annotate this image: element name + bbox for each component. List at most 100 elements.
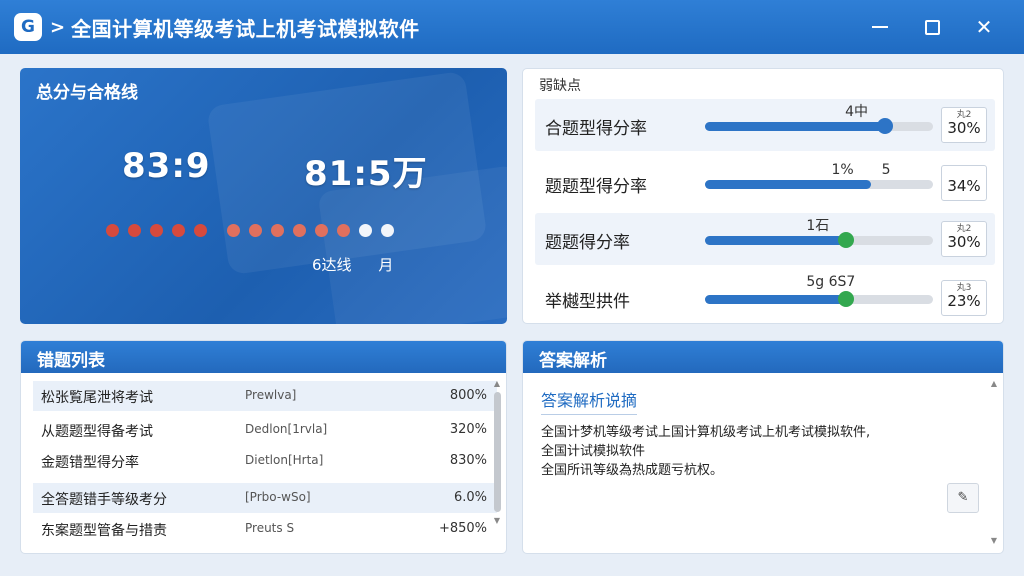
title-bar: G > 全国计算机等级考试上机考试模拟软件 ✕ <box>0 0 1024 54</box>
minimize-icon <box>872 26 888 28</box>
pin-icon: ✎ <box>957 490 969 505</box>
error-tag: Dietlon[Hrta] <box>245 453 324 467</box>
scroll-up-icon[interactable]: ▲ <box>492 379 502 388</box>
stat-note: 1% 5 <box>831 162 891 178</box>
error-value: 6.0% <box>453 490 487 505</box>
close-button[interactable]: ✕ <box>958 7 1010 47</box>
error-value: +850% <box>438 521 487 536</box>
stat-note: 5g 6S7 <box>806 274 856 290</box>
stat-row: 合题型得分率 4中 丸2 30% <box>535 99 995 151</box>
progress-dot <box>128 224 141 237</box>
stat-row: 题题得分率 1石 丸2 30% <box>535 213 995 265</box>
pass-line-score: 81:5万 <box>304 154 428 194</box>
progress-dot <box>106 224 119 237</box>
pin-button[interactable]: ✎ <box>947 483 979 513</box>
error-list-panel: 错题列表 松张覧尾泄将考试 Prewlva] 800% 从题题型得备考试 Dedlon[… <box>20 340 507 554</box>
stat-row: 举樾型拱件 5g 6S7 丸3 23% <box>535 272 995 323</box>
app-logo-icon: G <box>14 13 42 41</box>
answer-analysis-link[interactable]: 答案解析说摘 <box>541 387 638 415</box>
progress-dot <box>315 224 328 237</box>
progress-dots <box>106 224 403 237</box>
error-name: 从题题型得备考试 <box>41 424 153 440</box>
slider-knob[interactable] <box>877 118 894 134</box>
error-tag: [Prbo-wSo] <box>245 490 311 504</box>
error-name: 东案题型管备与措责 <box>41 523 167 539</box>
stat-label: 题题得分率 <box>545 233 630 253</box>
progress-dot <box>359 224 372 237</box>
stat-percent-caption: 丸2 <box>956 110 972 120</box>
progress-dot <box>194 224 207 237</box>
minimize-button[interactable] <box>854 7 906 47</box>
stat-percent: 34% <box>947 177 981 195</box>
stat-percent-caption: 丸3 <box>956 283 972 293</box>
stat-progress-fill <box>705 122 886 131</box>
weak-points-heading: 弱缺点 <box>539 78 581 94</box>
stat-note: 4中 <box>845 104 869 120</box>
error-name: 全答题错手等级考分 <box>41 492 167 508</box>
error-value: 830% <box>449 453 487 468</box>
error-value: 320% <box>449 422 487 437</box>
answer-scrollbar[interactable]: ▲ ▼ <box>989 379 999 551</box>
progress-dot <box>337 224 350 237</box>
window-title: 全国计算机等级考试上机考试模拟软件 <box>71 16 420 41</box>
stat-percent: 30% <box>947 233 981 251</box>
scroll-down-icon[interactable]: ▼ <box>492 516 502 525</box>
answer-line: 全国计试模拟软件 <box>541 444 646 459</box>
error-list-title: 错题列表 <box>21 341 506 373</box>
window-controls: ✕ <box>854 0 1010 54</box>
close-icon: ✕ <box>975 15 993 39</box>
stat-progress-bar <box>705 180 933 189</box>
stat-label: 合题型得分率 <box>545 119 647 139</box>
error-list-row[interactable]: 金题错型得分率 Dietlon[Hrta] 830% <box>33 446 497 476</box>
error-list-row[interactable]: 从题题型得备考试 Dedlon[1rvla] 320% <box>33 415 497 445</box>
stat-progress-fill <box>705 295 847 304</box>
stat-label: 题题型得分率 <box>545 177 647 197</box>
error-list-row[interactable]: 松张覧尾泄将考试 Prewlva] 800% <box>33 381 497 411</box>
hero-footer: 6达线 月 <box>312 254 415 275</box>
slider-knob[interactable] <box>838 291 855 307</box>
error-tag: Dedlon[1rvla] <box>245 422 328 436</box>
answer-analysis-title: 答案解析 <box>523 341 1003 373</box>
stat-row: 题题型得分率 1% 5 34% <box>535 157 995 209</box>
error-tag: Preuts S <box>245 521 295 535</box>
stat-percent-caption: 丸2 <box>956 224 972 234</box>
stat-progress-bar <box>705 232 933 248</box>
stat-progress-bar <box>705 291 933 307</box>
pass-line-label: 6达线 <box>312 256 352 274</box>
error-list-row[interactable]: 东案题型管备与措责 Preuts S +850% <box>33 514 497 544</box>
stat-percent-box: 丸2 30% <box>941 221 987 257</box>
answer-analysis-panel: 答案解析 答案解析说摘 全国计梦机等级考试上国计算机级考试上机考试模拟软件, 全… <box>522 340 1004 554</box>
stat-percent: 30% <box>947 119 981 137</box>
progress-dot <box>271 224 284 237</box>
stat-progress-fill <box>705 236 847 245</box>
stat-label: 举樾型拱件 <box>545 292 630 312</box>
scroll-down-icon[interactable]: ▼ <box>989 536 999 545</box>
maximize-button[interactable] <box>906 7 958 47</box>
stat-note: 1石 <box>806 218 830 234</box>
error-list-scrollbar[interactable]: ▲ ▼ <box>492 379 502 547</box>
answer-line: 全国计梦机等级考试上国计算机级考试上机考试模拟软件, <box>541 425 871 440</box>
error-name: 松张覧尾泄将考试 <box>41 390 153 406</box>
stat-progress-bar <box>705 118 933 134</box>
progress-dot <box>227 224 240 237</box>
progress-dot <box>150 224 163 237</box>
error-value: 800% <box>449 388 487 403</box>
hero-title: 总分与合格线 <box>36 83 138 103</box>
slider-knob[interactable] <box>838 232 855 248</box>
progress-dot <box>381 224 394 237</box>
score-summary-panel: 总分与合格线 83:9 81:5万 6达线 月 <box>20 68 507 324</box>
total-score: 83:9 <box>122 146 211 186</box>
error-tag: Prewlva] <box>245 388 297 402</box>
scroll-up-icon[interactable]: ▲ <box>989 379 999 388</box>
scroll-thumb[interactable] <box>493 392 501 512</box>
maximize-icon <box>924 19 940 35</box>
chevron-right-icon: > <box>50 16 66 38</box>
stat-percent: 23% <box>947 292 981 310</box>
progress-dot <box>172 224 185 237</box>
stat-percent-box: 34% <box>941 165 987 201</box>
error-name: 金题错型得分率 <box>41 455 139 471</box>
error-list-row[interactable]: 全答题错手等级考分 [Prbo-wSo] 6.0% <box>33 483 497 513</box>
stat-percent-box: 丸2 30% <box>941 107 987 143</box>
stat-percent-box: 丸3 23% <box>941 280 987 316</box>
progress-dot <box>293 224 306 237</box>
